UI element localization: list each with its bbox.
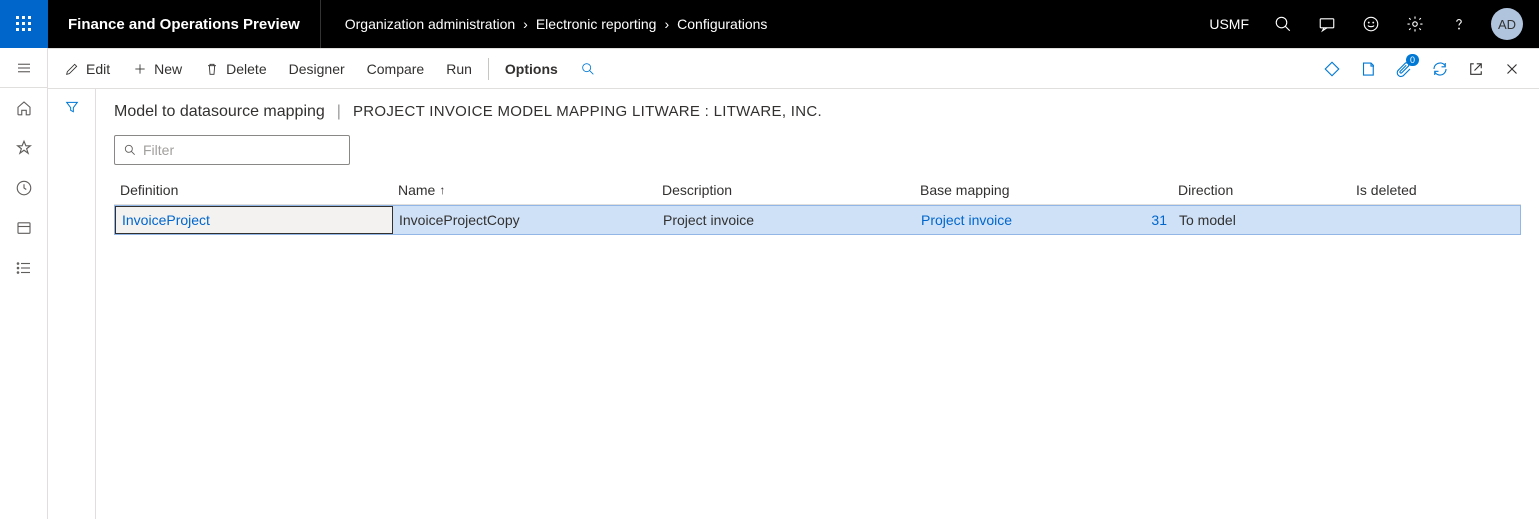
search-icon (123, 143, 137, 157)
workspace-icon (15, 219, 33, 237)
plus-icon (132, 61, 148, 77)
waffle-icon (16, 16, 32, 32)
grid-header: Definition Name ↑ Description Base mappi… (114, 175, 1521, 205)
hamburger-icon (15, 59, 33, 77)
edit-button[interactable]: Edit (54, 53, 120, 85)
app-launcher[interactable] (0, 0, 48, 48)
top-right-controls: USMF AD (1199, 0, 1539, 48)
app-title: Finance and Operations Preview (48, 0, 321, 48)
attachments-button[interactable]: 0 (1387, 52, 1421, 86)
message-icon (1318, 15, 1336, 33)
clock-icon (15, 179, 33, 197)
search-icon (580, 61, 596, 77)
nav-toggle[interactable] (0, 48, 48, 88)
attachment-count-badge: 0 (1406, 54, 1419, 66)
edit-label: Edit (86, 61, 110, 77)
messages-button[interactable] (1307, 0, 1347, 48)
cell-description[interactable]: Project invoice (657, 206, 915, 234)
delete-button[interactable]: Delete (194, 53, 276, 85)
separator (488, 58, 489, 80)
popout-icon (1467, 60, 1485, 78)
find-button[interactable] (570, 53, 606, 85)
close-icon (1503, 60, 1521, 78)
chevron-right-icon: › (523, 16, 528, 32)
cell-definition[interactable]: InvoiceProject (115, 206, 393, 234)
delete-label: Delete (226, 61, 266, 77)
page-subtitle: PROJECT INVOICE MODEL MAPPING LITWARE : … (353, 103, 822, 120)
action-bar: Edit New Delete Designer Compare Run Opt… (48, 49, 1539, 89)
column-header-description[interactable]: Description (656, 182, 914, 198)
column-header-name-label: Name (398, 182, 435, 198)
help-button[interactable] (1439, 0, 1479, 48)
search-icon (1274, 15, 1292, 33)
page-heading: Model to datasource mapping | PROJECT IN… (114, 103, 1521, 121)
pencil-icon (64, 61, 80, 77)
chevron-right-icon: › (664, 16, 669, 32)
breadcrumb-item[interactable]: Organization administration (345, 16, 515, 32)
options-label: Options (505, 61, 558, 77)
user-avatar[interactable]: AD (1491, 8, 1523, 40)
filter-input[interactable] (143, 142, 341, 158)
trash-icon (204, 61, 220, 77)
open-office-button[interactable] (1351, 52, 1385, 86)
cell-base-mapping-num[interactable]: 31 (1133, 206, 1173, 234)
column-header-base-mapping[interactable]: Base mapping (914, 182, 1132, 198)
title-separator: | (337, 103, 341, 121)
feedback-button[interactable] (1351, 0, 1391, 48)
refresh-icon (1431, 60, 1449, 78)
compare-button[interactable]: Compare (357, 53, 435, 85)
column-header-definition[interactable]: Definition (114, 182, 392, 198)
designer-label: Designer (289, 61, 345, 77)
nav-workspaces[interactable] (0, 208, 48, 248)
cell-name[interactable]: InvoiceProjectCopy (393, 206, 657, 234)
table-row[interactable]: InvoiceProject InvoiceProjectCopy Projec… (114, 205, 1521, 235)
settings-button[interactable] (1395, 0, 1435, 48)
top-header: Finance and Operations Preview Organizat… (0, 0, 1539, 48)
cell-direction[interactable]: To model (1173, 206, 1351, 234)
designer-button[interactable]: Designer (279, 53, 355, 85)
new-label: New (154, 61, 182, 77)
gear-icon (1406, 15, 1424, 33)
nav-home[interactable] (0, 88, 48, 128)
breadcrumb: Organization administration › Electronic… (321, 16, 1200, 32)
run-button[interactable]: Run (436, 53, 482, 85)
related-info-button[interactable] (1315, 52, 1349, 86)
diamond-icon (1323, 60, 1341, 78)
run-label: Run (446, 61, 472, 77)
column-header-is-deleted[interactable]: Is deleted (1350, 182, 1470, 198)
company-code[interactable]: USMF (1199, 16, 1259, 32)
new-button[interactable]: New (122, 53, 192, 85)
cell-base-mapping[interactable]: Project invoice (915, 206, 1133, 234)
refresh-button[interactable] (1423, 52, 1457, 86)
list-icon (15, 259, 33, 277)
nav-recent[interactable] (0, 168, 48, 208)
help-icon (1450, 15, 1468, 33)
content-area: Model to datasource mapping | PROJECT IN… (96, 89, 1539, 519)
cell-is-deleted[interactable] (1351, 206, 1471, 234)
left-nav (0, 48, 48, 519)
right-actions: 0 (1315, 52, 1533, 86)
grid: Definition Name ↑ Description Base mappi… (114, 175, 1521, 235)
breadcrumb-item[interactable]: Configurations (677, 16, 767, 32)
sort-asc-icon: ↑ (439, 183, 445, 197)
popout-button[interactable] (1459, 52, 1493, 86)
close-button[interactable] (1495, 52, 1529, 86)
filter-pane-toggle[interactable] (48, 89, 96, 519)
home-icon (15, 99, 33, 117)
search-button[interactable] (1263, 0, 1303, 48)
nav-modules[interactable] (0, 248, 48, 288)
compare-label: Compare (367, 61, 425, 77)
page-title: Model to datasource mapping (114, 103, 325, 121)
filter-box[interactable] (114, 135, 350, 165)
options-button[interactable]: Options (495, 53, 568, 85)
column-header-direction[interactable]: Direction (1172, 182, 1350, 198)
funnel-icon (64, 99, 80, 115)
smile-icon (1362, 15, 1380, 33)
star-icon (15, 139, 33, 157)
breadcrumb-item[interactable]: Electronic reporting (536, 16, 657, 32)
nav-favorites[interactable] (0, 128, 48, 168)
column-header-name[interactable]: Name ↑ (392, 182, 656, 198)
office-icon (1359, 60, 1377, 78)
